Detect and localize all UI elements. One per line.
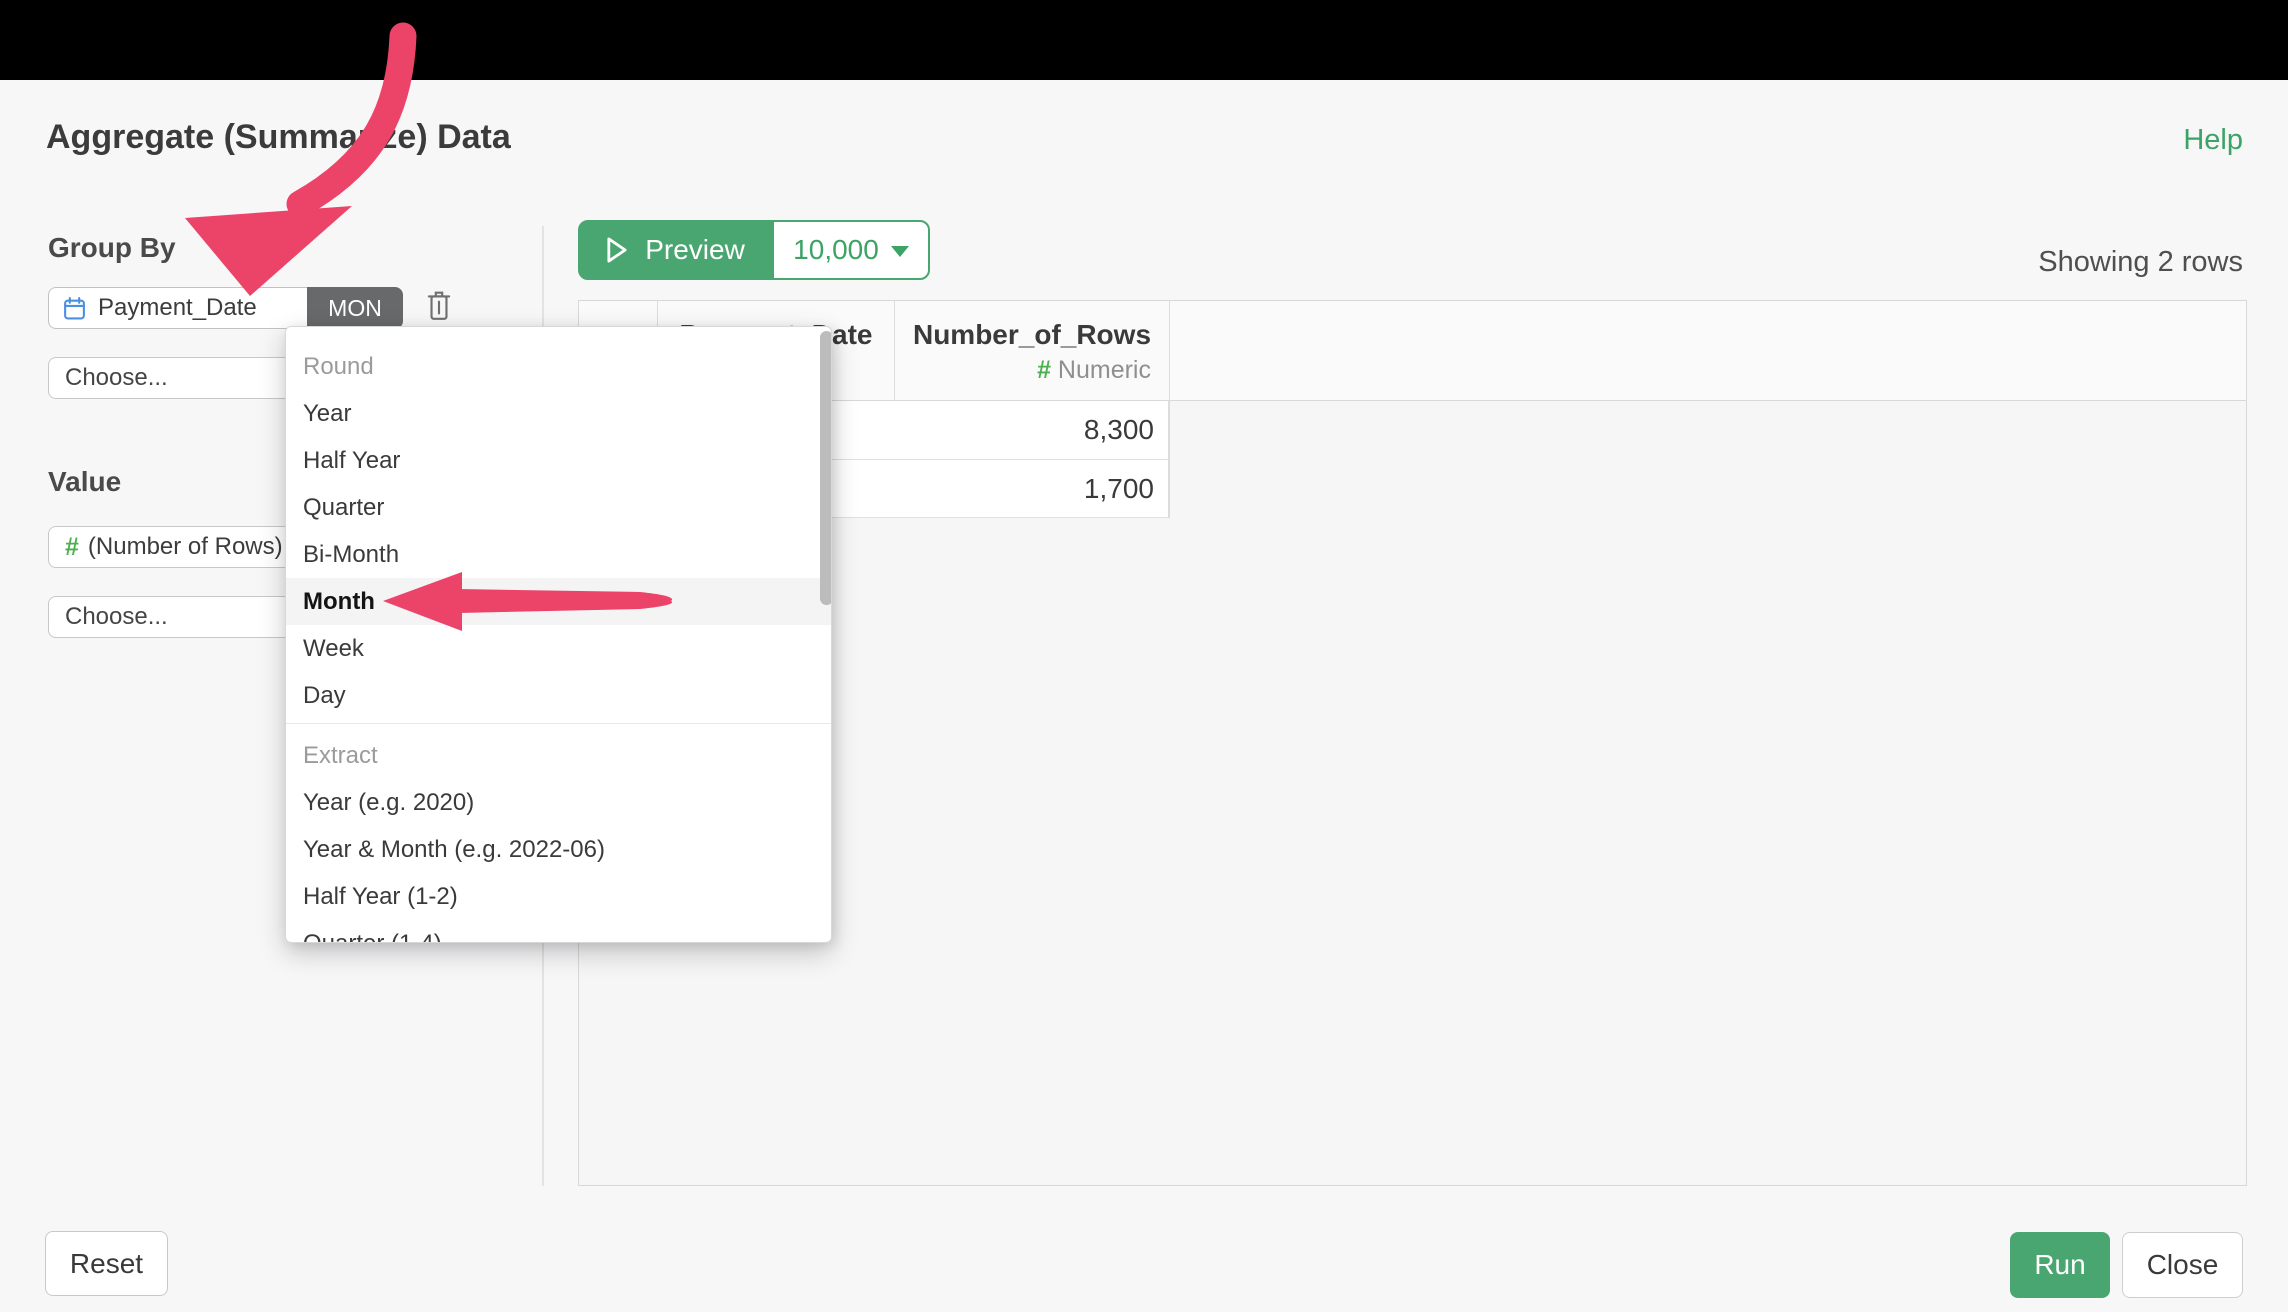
preview-button[interactable]: Preview (578, 220, 772, 280)
menu-item-week[interactable]: Week (286, 625, 831, 672)
menu-section-extract: Extract (286, 732, 831, 779)
value-add-placeholder: Choose... (65, 603, 168, 631)
group-by-combo: Payment_Date MON (48, 287, 403, 329)
date-unit-dropdown-menu: Round Year Half Year Quarter Bi-Month Mo… (285, 326, 832, 943)
group-by-unit-button[interactable]: MON (307, 287, 403, 329)
group-by-field[interactable]: Payment_Date (48, 287, 307, 329)
menu-item-extract-quarter[interactable]: Quarter (1-4) (286, 920, 831, 943)
numeric-hash-icon: # (65, 533, 79, 562)
preview-limit-dropdown[interactable]: 10,000 (772, 220, 930, 280)
value-label: Value (48, 466, 121, 498)
status-row-count: Showing 2 rows (2038, 246, 2243, 279)
aggregate-dialog: { "title": "Aggregate (Summarize) Data",… (0, 0, 2288, 1312)
group-by-field-label: Payment_Date (98, 294, 257, 322)
menu-section-round: Round (286, 343, 831, 390)
value-field-label: (Number of Rows) (88, 533, 283, 561)
close-button[interactable]: Close (2122, 1232, 2243, 1298)
menu-item-month[interactable]: Month (286, 578, 831, 625)
numeric-hash-icon: # (1037, 356, 1051, 384)
menu-item-extract-year-month[interactable]: Year & Month (e.g. 2022-06) (286, 826, 831, 873)
play-icon (605, 236, 629, 264)
menu-item-extract-half-year[interactable]: Half Year (1-2) (286, 873, 831, 920)
arrow-to-payment-date-head-icon (185, 206, 352, 296)
calendar-icon (62, 296, 87, 321)
reset-button[interactable]: Reset (45, 1231, 168, 1296)
preview-controls: Preview 10,000 (578, 220, 930, 280)
menu-item-year[interactable]: Year (286, 390, 831, 437)
top-black-bar (0, 0, 2288, 80)
preview-limit-value: 10,000 (793, 234, 879, 266)
menu-item-day[interactable]: Day (286, 672, 831, 719)
menu-divider (286, 723, 831, 724)
menu-item-half-year[interactable]: Half Year (286, 437, 831, 484)
column-divider (1169, 301, 1170, 518)
column-type-label: Numeric (1058, 356, 1151, 384)
page-title: Aggregate (Summarize) Data (46, 118, 511, 157)
column-type-numeric: # Numeric (894, 353, 1169, 387)
help-link[interactable]: Help (2183, 124, 2243, 157)
preview-button-label: Preview (645, 234, 745, 266)
chevron-down-icon (891, 246, 909, 257)
group-by-label: Group By (48, 232, 176, 264)
run-button[interactable]: Run (2010, 1232, 2110, 1298)
menu-item-quarter[interactable]: Quarter (286, 484, 831, 531)
column-header-number-of-rows[interactable]: Number_of_Rows (895, 317, 1169, 353)
menu-scrollbar-thumb[interactable] (820, 331, 832, 605)
trash-icon[interactable] (426, 290, 452, 322)
menu-item-extract-year[interactable]: Year (e.g. 2020) (286, 779, 831, 826)
group-by-add-placeholder: Choose... (65, 364, 168, 392)
menu-item-bi-month[interactable]: Bi-Month (286, 531, 831, 578)
